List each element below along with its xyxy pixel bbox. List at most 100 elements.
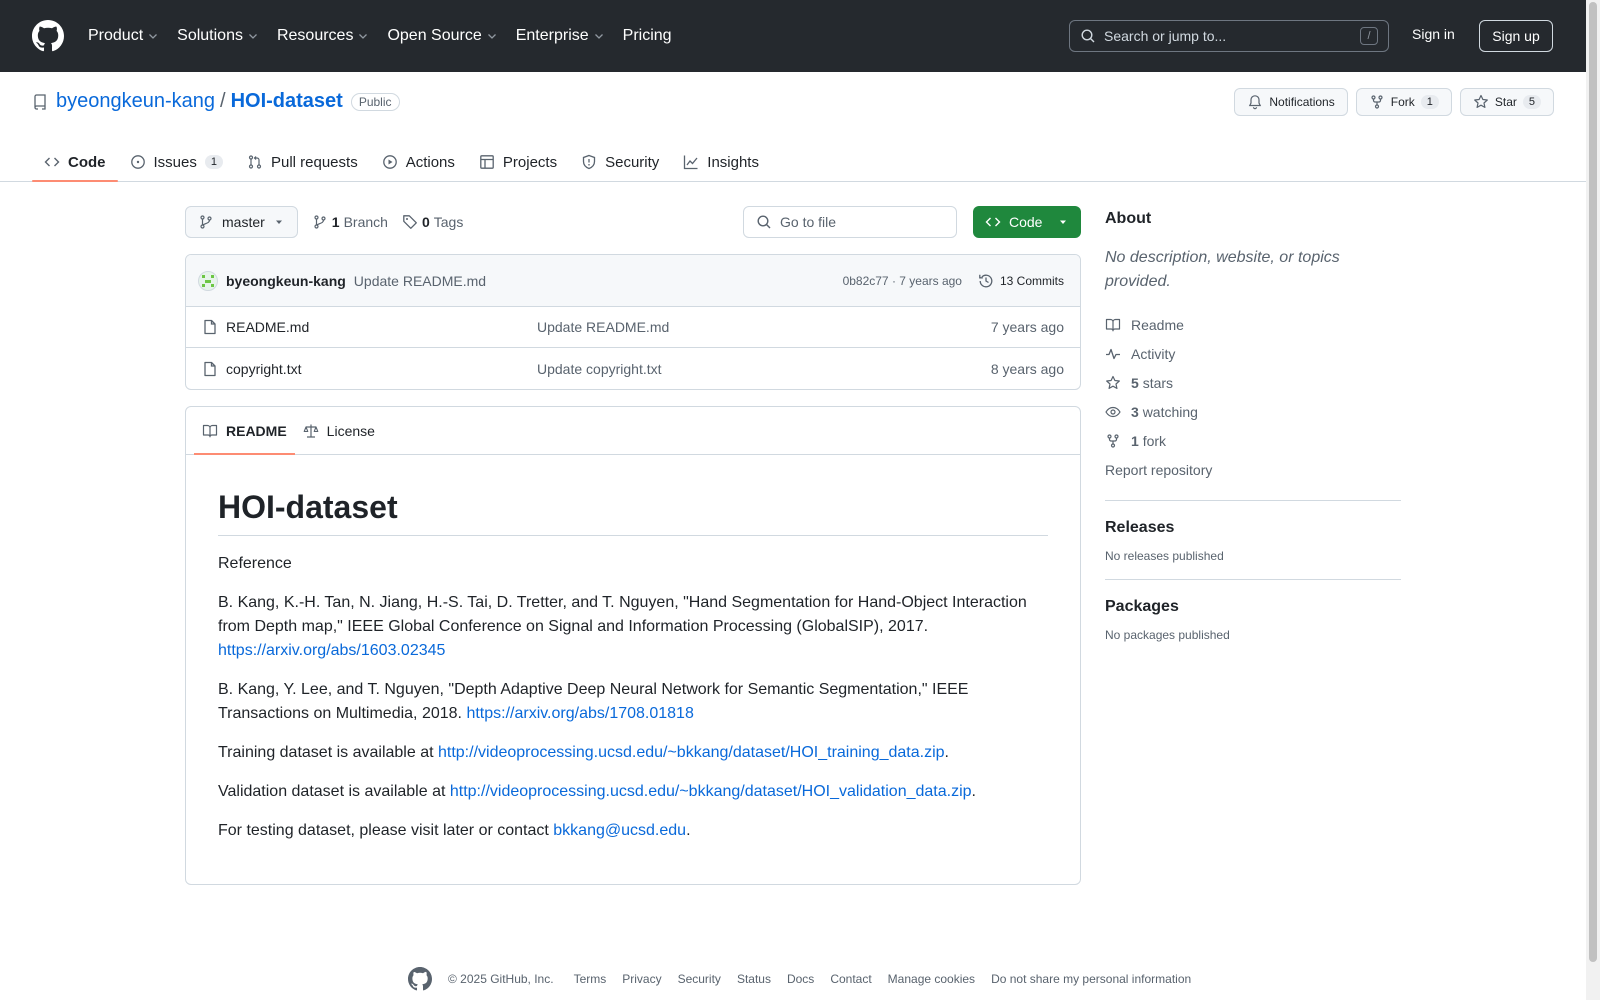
star-button[interactable]: Star 5 xyxy=(1459,88,1554,116)
sign-in-link[interactable]: Sign in xyxy=(1412,26,1455,42)
nav-enterprise[interactable]: Enterprise xyxy=(516,27,605,45)
reference-1-link[interactable]: https://arxiv.org/abs/1603.02345 xyxy=(218,642,445,659)
validation-dataset-link[interactable]: http://videoprocessing.ucsd.edu/~bkkang/… xyxy=(450,783,972,800)
nav-product[interactable]: Product xyxy=(88,27,159,45)
tab-readme-label: README xyxy=(226,422,287,439)
forks-count: 1 xyxy=(1131,432,1139,449)
nav-solutions[interactable]: Solutions xyxy=(177,27,259,45)
commit-hash-time[interactable]: 0b82c77 · 7 years ago xyxy=(843,274,962,288)
branch-selector[interactable]: master xyxy=(185,206,298,238)
footer-contact-link[interactable]: Contact xyxy=(830,972,871,986)
repo-title: byeongkeun-kang / HOI-dataset Public xyxy=(32,90,400,113)
latest-commit-bar: byeongkeun-kang Update README.md 0b82c77… xyxy=(186,255,1080,307)
search-icon xyxy=(757,215,771,229)
branch-icon xyxy=(314,215,326,229)
about-description: No description, website, or topics provi… xyxy=(1105,249,1340,290)
stars-label: stars xyxy=(1142,374,1174,391)
main-content: master 1 Branch 0 Tags Go to file Code b… xyxy=(185,206,1081,885)
reference-2-link[interactable]: https://arxiv.org/abs/1708.01818 xyxy=(466,705,693,722)
packages-heading[interactable]: Packages xyxy=(1105,598,1401,616)
file-commit-message[interactable]: Update README.md xyxy=(537,319,669,335)
tab-code-label: Code xyxy=(68,153,106,171)
commits-count: 13 Commits xyxy=(999,273,1064,288)
tab-license-label: License xyxy=(326,422,375,439)
file-toolbar: master 1 Branch 0 Tags Go to file Code xyxy=(185,206,1081,238)
tab-readme[interactable]: README xyxy=(194,407,295,455)
stars-link[interactable]: 5 stars xyxy=(1105,368,1401,397)
releases-heading[interactable]: Releases xyxy=(1105,519,1401,537)
issues-count: 1 xyxy=(204,155,223,169)
fork-icon xyxy=(1371,95,1383,109)
footer-privacy-link[interactable]: Privacy xyxy=(622,972,661,986)
fork-icon xyxy=(1107,433,1119,448)
report-repository-link[interactable]: Report repository xyxy=(1105,455,1401,484)
code-dropdown-button[interactable]: Code xyxy=(973,206,1081,238)
fork-button[interactable]: Fork 1 xyxy=(1355,88,1452,116)
go-to-file-placeholder: Go to file xyxy=(780,214,837,230)
file-link[interactable]: copyright.txt xyxy=(202,361,537,377)
global-search-input[interactable]: Search or jump to... / xyxy=(1069,20,1389,52)
tag-icon xyxy=(403,215,417,229)
global-header: Product Solutions Resources Open Source … xyxy=(0,0,1586,72)
chevron-down-icon xyxy=(487,34,496,39)
forks-label: fork xyxy=(1142,432,1167,449)
page-scrollbar[interactable] xyxy=(1586,0,1600,1000)
footer-security-link[interactable]: Security xyxy=(678,972,721,986)
contact-email-link[interactable]: bkkang@ucsd.edu xyxy=(553,822,686,839)
notifications-button[interactable]: Notifications xyxy=(1234,88,1348,116)
readme-link[interactable]: Readme xyxy=(1105,310,1401,339)
tab-license[interactable]: License xyxy=(295,407,383,454)
repo-tabs: Code Issues 1 Pull requests Actions Proj… xyxy=(32,142,771,182)
forks-link[interactable]: 1 fork xyxy=(1105,426,1401,455)
tab-actions[interactable]: Actions xyxy=(370,142,467,182)
footer-manage-cookies-link[interactable]: Manage cookies xyxy=(888,972,975,986)
sign-up-button[interactable]: Sign up xyxy=(1479,20,1553,52)
identicon-icon xyxy=(202,274,214,287)
tab-pull-requests[interactable]: Pull requests xyxy=(235,142,370,182)
tab-insights[interactable]: Insights xyxy=(671,142,771,182)
commit-message[interactable]: Update README.md xyxy=(354,273,486,289)
tab-pull-requests-label: Pull requests xyxy=(270,153,358,171)
file-browser: byeongkeun-kang Update README.md 0b82c77… xyxy=(185,254,1081,390)
nav-pricing[interactable]: Pricing xyxy=(623,27,672,45)
tab-code[interactable]: Code xyxy=(32,142,118,182)
about-heading: About xyxy=(1105,210,1152,227)
file-row: copyright.txt Update copyright.txt 8 yea… xyxy=(186,348,1080,389)
activity-link[interactable]: Activity xyxy=(1105,339,1401,368)
repo-owner-link[interactable]: byeongkeun-kang xyxy=(56,90,215,113)
file-age: 7 years ago xyxy=(990,319,1064,335)
footer-copyright: © 2025 GitHub, Inc. xyxy=(448,972,554,986)
footer-do-not-share-link[interactable]: Do not share my personal information xyxy=(991,972,1191,986)
avatar[interactable] xyxy=(198,270,218,291)
file-link[interactable]: README.md xyxy=(202,319,537,335)
training-dataset-link[interactable]: http://videoprocessing.ucsd.edu/~bkkang/… xyxy=(438,744,945,761)
tab-security[interactable]: Security xyxy=(569,142,671,182)
commit-author[interactable]: byeongkeun-kang xyxy=(226,273,346,289)
releases-empty-text: No releases published xyxy=(1105,549,1224,563)
watching-link[interactable]: 3 watching xyxy=(1105,397,1401,426)
footer-docs-link[interactable]: Docs xyxy=(787,972,814,986)
tab-issues[interactable]: Issues 1 xyxy=(118,142,235,182)
chevron-down-icon xyxy=(149,34,158,39)
pulse-icon xyxy=(1106,348,1120,359)
footer-status-link[interactable]: Status xyxy=(737,972,771,986)
visibility-badge: Public xyxy=(350,92,400,111)
nav-open-source[interactable]: Open Source xyxy=(387,27,497,45)
repo-name-link[interactable]: HOI-dataset xyxy=(231,90,343,113)
commits-link[interactable]: 13 Commits xyxy=(978,273,1064,289)
chevron-down-icon xyxy=(594,34,603,39)
fork-label: Fork xyxy=(1390,95,1415,109)
file-commit-message[interactable]: Update copyright.txt xyxy=(537,361,662,377)
scrollbar-thumb[interactable] xyxy=(1589,2,1597,962)
github-logo-icon[interactable] xyxy=(32,20,64,52)
github-footer-logo-icon[interactable] xyxy=(408,967,432,991)
branches-link[interactable]: 1 Branch xyxy=(312,214,388,230)
file-icon xyxy=(204,361,216,376)
nav-resources[interactable]: Resources xyxy=(277,27,369,45)
table-icon xyxy=(480,155,494,169)
go-to-file-input[interactable]: Go to file xyxy=(743,206,957,238)
law-icon xyxy=(303,424,319,438)
tags-link[interactable]: 0 Tags xyxy=(402,214,463,230)
footer-terms-link[interactable]: Terms xyxy=(574,972,607,986)
tab-projects[interactable]: Projects xyxy=(467,142,569,182)
